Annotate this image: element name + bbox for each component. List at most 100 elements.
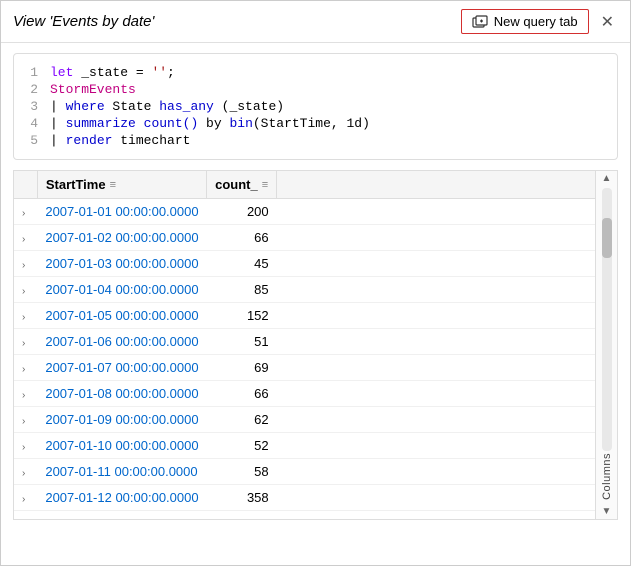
code-block: 1 let _state = ''; 2 StormEvents 3 | whe… <box>13 53 618 160</box>
table-row[interactable]: › 2007-01-02 00:00:00.000066 <box>14 225 595 251</box>
dialog-title: View 'Events by date' <box>13 13 154 30</box>
cell-starttime: 2007-01-11 00:00:00.0000 <box>37 459 206 485</box>
line-num-3: 3 <box>14 99 50 114</box>
code-line-2: 2 StormEvents <box>14 81 617 98</box>
cell-starttime: 2007-01-04 00:00:00.0000 <box>37 277 206 303</box>
th-count[interactable]: count_ ≡ <box>207 171 277 199</box>
data-table: StartTime ≡ count_ ≡ ›2007-01-01 00:00:0… <box>14 171 595 519</box>
scroll-down-arrow[interactable]: ▼ <box>600 504 614 519</box>
cell-empty <box>277 303 595 329</box>
table-row[interactable]: ›2007-01-13 00:00:00.0000174 <box>14 511 595 520</box>
table-row[interactable]: › 2007-01-06 00:00:00.000051 <box>14 329 595 355</box>
cell-count: 200 <box>207 199 277 225</box>
row-expand-icon[interactable]: › <box>22 338 25 349</box>
table-row[interactable]: ›2007-01-10 00:00:00.000052 <box>14 433 595 459</box>
cell-starttime: 2007-01-13 00:00:00.0000 <box>37 511 206 520</box>
col-count-menu-icon[interactable]: ≡ <box>262 179 268 191</box>
scrollbar-track[interactable] <box>602 188 612 451</box>
cell-count: 58 <box>207 459 277 485</box>
code-line-3: 3 | where State has_any (_state) <box>14 98 617 115</box>
cell-starttime: 2007-01-08 00:00:00.0000 <box>37 381 206 407</box>
cell-count: 66 <box>207 225 277 251</box>
row-expand-icon[interactable]: › <box>22 260 25 271</box>
cell-empty <box>277 199 595 225</box>
cell-empty <box>277 485 595 511</box>
cell-starttime: 2007-01-02 00:00:00.0000 <box>37 225 206 251</box>
columns-panel-label[interactable]: Columns <box>601 453 613 500</box>
row-expand-icon[interactable]: › <box>22 468 25 479</box>
code-line-4: 4 | summarize count() by bin(StartTime, … <box>14 115 617 132</box>
line-content-1: let _state = ''; <box>50 65 175 80</box>
cell-starttime: 2007-01-10 00:00:00.0000 <box>37 433 206 459</box>
row-expand-icon[interactable]: › <box>22 208 25 219</box>
cell-count: 174 <box>207 511 277 520</box>
cell-count: 51 <box>207 329 277 355</box>
table-row[interactable]: › 2007-01-08 00:00:00.000066 <box>14 381 595 407</box>
new-query-label: New query tab <box>494 14 578 29</box>
scroll-up-arrow[interactable]: ▲ <box>600 171 614 186</box>
table-area: StartTime ≡ count_ ≡ ›2007-01-01 00:00:0… <box>13 170 618 520</box>
cell-starttime: 2007-01-03 00:00:00.0000 <box>37 251 206 277</box>
header-actions: New query tab ✕ <box>461 9 618 34</box>
col-count-label: count_ <box>215 177 258 192</box>
th-empty <box>277 171 595 199</box>
table-header-row: StartTime ≡ count_ ≡ <box>14 171 595 199</box>
cell-empty <box>277 355 595 381</box>
row-expand-icon[interactable]: › <box>22 364 25 375</box>
table-body: ›2007-01-01 00:00:00.0000200›2007-01-02 … <box>14 199 595 520</box>
table-row[interactable]: ›2007-01-09 00:00:00.000062 <box>14 407 595 433</box>
cell-count: 45 <box>207 251 277 277</box>
code-line-1: 1 let _state = ''; <box>14 64 617 81</box>
row-expand-icon[interactable]: › <box>22 390 25 401</box>
table-row[interactable]: › 2007-01-04 00:00:00.000085 <box>14 277 595 303</box>
dialog-header: View 'Events by date' New query tab ✕ <box>1 1 630 43</box>
table-row[interactable]: › 2007-01-07 00:00:00.000069 <box>14 355 595 381</box>
cell-count: 358 <box>207 485 277 511</box>
cell-starttime: 2007-01-07 00:00:00.0000 <box>37 355 206 381</box>
cell-count: 69 <box>207 355 277 381</box>
th-starttime[interactable]: StartTime ≡ <box>37 171 206 199</box>
line-content-4: | summarize count() by bin(StartTime, 1d… <box>50 116 370 131</box>
cell-empty <box>277 277 595 303</box>
col-starttime-label: StartTime <box>46 177 106 192</box>
row-expand-icon[interactable]: › <box>22 312 25 323</box>
right-panel: ▲ Columns ▼ <box>595 171 617 519</box>
row-expand-icon[interactable]: › <box>22 234 25 245</box>
title-text: View <box>13 13 49 30</box>
row-expand-icon[interactable]: › <box>22 494 25 505</box>
line-content-2: StormEvents <box>50 82 136 97</box>
cell-starttime: 2007-01-05 00:00:00.0000 <box>37 303 206 329</box>
cell-starttime: 2007-01-12 00:00:00.0000 <box>37 485 206 511</box>
table-row[interactable]: › 2007-01-03 00:00:00.000045 <box>14 251 595 277</box>
new-tab-icon <box>472 15 488 29</box>
cell-count: 62 <box>207 407 277 433</box>
cell-empty <box>277 407 595 433</box>
cell-empty <box>277 381 595 407</box>
line-num-2: 2 <box>14 82 50 97</box>
table-row[interactable]: › 2007-01-11 00:00:00.000058 <box>14 459 595 485</box>
new-query-tab-button[interactable]: New query tab <box>461 9 589 34</box>
cell-empty <box>277 251 595 277</box>
code-line-5: 5 | render timechart <box>14 132 617 149</box>
cell-count: 66 <box>207 381 277 407</box>
col-starttime-menu-icon[interactable]: ≡ <box>110 179 116 191</box>
line-num-4: 4 <box>14 116 50 131</box>
scrollbar-thumb[interactable] <box>602 218 612 258</box>
cell-empty <box>277 433 595 459</box>
row-expand-icon[interactable]: › <box>22 416 25 427</box>
data-table-wrapper: StartTime ≡ count_ ≡ ›2007-01-01 00:00:0… <box>14 171 595 519</box>
row-expand-icon[interactable]: › <box>22 286 25 297</box>
table-row[interactable]: › 2007-01-12 00:00:00.0000358 <box>14 485 595 511</box>
cell-empty <box>277 329 595 355</box>
cell-count: 152 <box>207 303 277 329</box>
cell-empty <box>277 459 595 485</box>
cell-starttime: 2007-01-06 00:00:00.0000 <box>37 329 206 355</box>
table-row[interactable]: › 2007-01-05 00:00:00.0000152 <box>14 303 595 329</box>
row-expand-icon[interactable]: › <box>22 442 25 453</box>
table-row[interactable]: ›2007-01-01 00:00:00.0000200 <box>14 199 595 225</box>
line-content-5: | render timechart <box>50 133 190 148</box>
close-button[interactable]: ✕ <box>597 10 618 34</box>
line-content-3: | where State has_any (_state) <box>50 99 284 114</box>
th-expand <box>14 171 37 199</box>
cell-count: 85 <box>207 277 277 303</box>
